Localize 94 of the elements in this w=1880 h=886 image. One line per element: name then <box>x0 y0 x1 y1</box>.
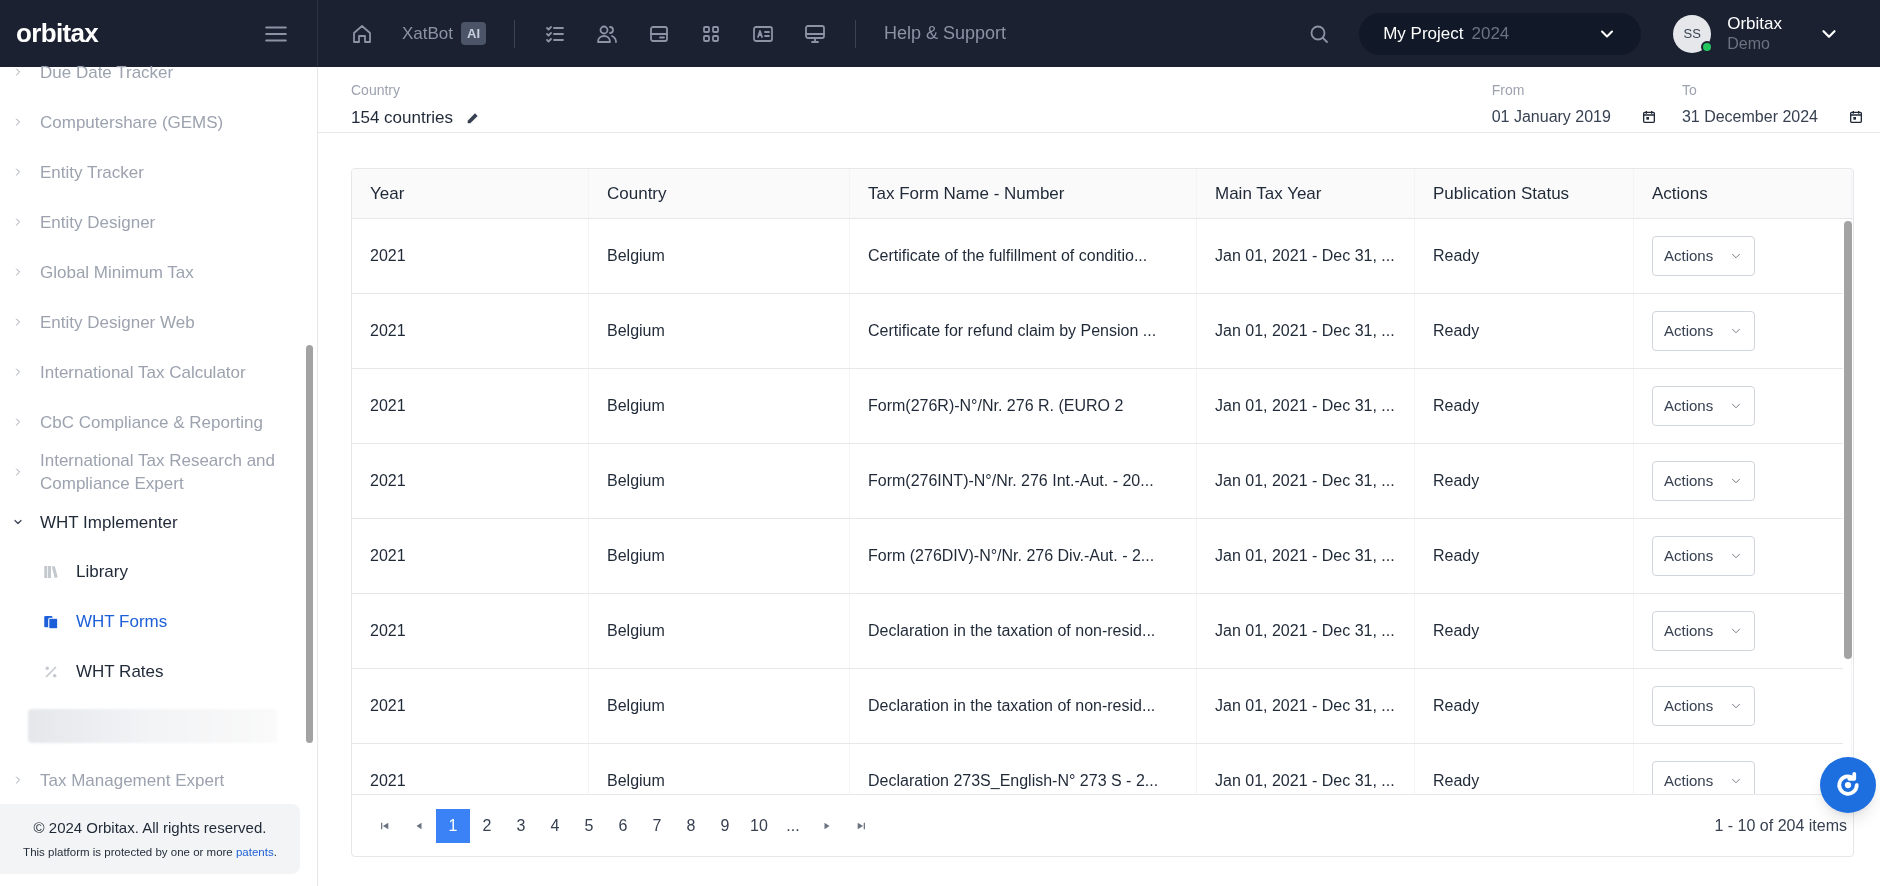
page-button[interactable]: 6 <box>606 808 640 843</box>
column-header[interactable]: Year <box>352 169 589 218</box>
calendar-icon[interactable] <box>1640 109 1657 125</box>
table-cell: 2021 <box>352 594 589 668</box>
page-button[interactable]: 2 <box>470 808 504 843</box>
copyright-text: © 2024 Orbitax. All rights reserved. <box>33 818 267 839</box>
help-support-link[interactable]: Help & Support <box>884 20 1007 47</box>
table-cell: 2021 <box>352 294 589 368</box>
table-cell: Form (276DIV)-N°/Nr. 276 Div.-Aut. - 2... <box>850 519 1197 593</box>
table-cell: Jan 01, 2021 - Dec 31, ... <box>1197 294 1415 368</box>
page-button[interactable]: 3 <box>504 808 538 843</box>
table-cell: Ready <box>1415 294 1634 368</box>
page-button[interactable]: 1 <box>436 808 470 843</box>
table-cell: Ready <box>1415 519 1634 593</box>
column-header[interactable]: Main Tax Year <box>1197 169 1415 218</box>
table-cell: Belgium <box>589 294 850 368</box>
table-cell: Ready <box>1415 369 1634 443</box>
patents-link[interactable]: patents <box>235 845 274 858</box>
date-field[interactable]: 01 January 2019 <box>1491 105 1657 129</box>
page-button[interactable]: 7 <box>640 808 674 843</box>
actions-dropdown[interactable]: Actions <box>1652 761 1756 794</box>
pagination-summary: 1 - 10 of 204 items <box>1714 815 1847 836</box>
actions-dropdown[interactable]: Actions <box>1652 236 1756 276</box>
avatar: SS <box>1673 14 1712 53</box>
table-cell: Belgium <box>589 519 850 593</box>
next-page-icon <box>822 820 832 831</box>
table-cell: Form(276R)-N°/Nr. 276 R. (EURO 2 <box>850 369 1197 443</box>
country-label: Country <box>351 81 402 100</box>
sidebar-subitem[interactable]: Library <box>0 547 293 597</box>
table-cell: Jan 01, 2021 - Dec 31, ... <box>1197 744 1415 794</box>
table-cell: 2021 <box>352 444 589 518</box>
table-cell: Ready <box>1415 594 1634 668</box>
table-cell: Jan 01, 2021 - Dec 31, ... <box>1197 519 1415 593</box>
page-button[interactable]: 4 <box>538 808 572 843</box>
actions-dropdown[interactable]: Actions <box>1652 686 1756 726</box>
table-cell: Certificate of the fulfillment of conditio... <box>850 219 1197 293</box>
calendar-icon[interactable] <box>1848 109 1864 125</box>
user-name: Orbitax <box>1727 12 1782 35</box>
table-cell: Belgium <box>589 669 850 743</box>
table-cell: Belgium <box>589 444 850 518</box>
table-cell: Jan 01, 2021 - Dec 31, ... <box>1197 669 1415 743</box>
page-button[interactable]: 5 <box>572 808 606 843</box>
patent-notice: This platform is protected by one or more patents. <box>23 844 277 860</box>
table-cell: Jan 01, 2021 - Dec 31, ... <box>1197 219 1415 293</box>
table-cell: Belgium <box>589 744 850 794</box>
page-button[interactable]: 9 <box>708 808 742 843</box>
page-button[interactable]: 10 <box>742 808 776 843</box>
country-value: 154 countries <box>351 107 454 129</box>
table-cell: 2021 <box>352 669 589 743</box>
column-header[interactable]: Tax Form Name - Number <box>850 169 1197 218</box>
actions-dropdown[interactable]: Actions <box>1652 611 1756 651</box>
xatbot-button[interactable]: XatBot AI <box>402 20 487 47</box>
table-cell: Declaration 273S_English-N° 273 S - 2... <box>850 744 1197 794</box>
last-page-icon <box>856 820 866 831</box>
date-field[interactable]: 31 December 2024 <box>1681 105 1864 129</box>
sidebar-item[interactable]: WHT Implementer <box>0 497 293 547</box>
actions-dropdown[interactable]: Actions <box>1652 536 1756 576</box>
column-header[interactable]: Actions <box>1634 169 1852 218</box>
project-selector[interactable]: My Project 2024 <box>1359 12 1642 55</box>
ai-badge: AI <box>461 21 487 46</box>
user-subtitle: Demo <box>1727 34 1771 55</box>
previous-page-icon <box>414 820 424 831</box>
table-cell: Form(276INT)-N°/Nr. 276 Int.-Aut. - 20... <box>850 444 1197 518</box>
table-cell: Belgium <box>589 219 850 293</box>
column-header[interactable]: Publication Status <box>1415 169 1634 218</box>
table-cell: Ready <box>1415 669 1634 743</box>
first-page-icon <box>380 820 390 831</box>
table-cell: 2021 <box>352 519 589 593</box>
assistant-button[interactable] <box>1820 757 1876 813</box>
table-cell: Ready <box>1415 744 1634 794</box>
date-label: From <box>1491 81 1526 100</box>
sidebar-subitem[interactable]: WHT Rates <box>0 647 293 697</box>
table-cell: Jan 01, 2021 - Dec 31, ... <box>1197 594 1415 668</box>
actions-dropdown[interactable]: Actions <box>1652 386 1756 426</box>
date-label: To <box>1681 81 1698 100</box>
actions-dropdown[interactable]: Actions <box>1652 461 1756 501</box>
table-cell: Certificate for refund claim by Pension ... <box>850 294 1197 368</box>
table-cell: Declaration in the taxation of non-resid... <box>850 669 1197 743</box>
table-cell: Jan 01, 2021 - Dec 31, ... <box>1197 369 1415 443</box>
books-icon <box>42 563 60 581</box>
page-button[interactable]: 8 <box>674 808 708 843</box>
table-cell: Belgium <box>589 369 850 443</box>
table-cell: Jan 01, 2021 - Dec 31, ... <box>1197 444 1415 518</box>
table-cell: Belgium <box>589 594 850 668</box>
table-cell: 2021 <box>352 219 589 293</box>
column-header[interactable]: Country <box>589 169 850 218</box>
table-cell: Ready <box>1415 219 1634 293</box>
sidebar-subitem[interactable]: WHT Forms <box>0 597 293 647</box>
table-cell: Ready <box>1415 444 1634 518</box>
actions-dropdown[interactable]: Actions <box>1652 311 1756 351</box>
table-cell: 2021 <box>352 369 589 443</box>
documents-icon <box>42 613 60 631</box>
page-button[interactable]: ... <box>776 808 810 843</box>
table-cell: Declaration in the taxation of non-resid... <box>850 594 1197 668</box>
